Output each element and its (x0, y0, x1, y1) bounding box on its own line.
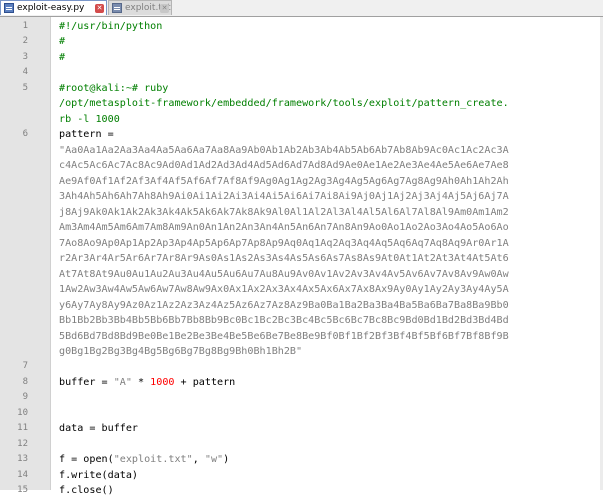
line-number: 3 (22, 52, 28, 62)
buffer-assignment: buffer = "A" * 1000 + pattern (59, 377, 597, 388)
open-file-line: f = open("exploit.txt", "w") (59, 454, 597, 465)
line-number: 5 (22, 83, 28, 93)
close-line: f.close() (59, 485, 114, 496)
pattern-string-line: r2Ar3Ar4Ar5Ar6Ar7Ar8Ar9As0As1As2As3As4As… (59, 253, 509, 264)
line-number: 4 (22, 67, 28, 77)
pattern-string-line: Am3Am4Am5Am6Am7Am8Am9An0An1An2An3An4An5A… (59, 222, 509, 233)
line-number: 6 (22, 129, 28, 139)
write-line: f.write(data) (59, 470, 139, 481)
pattern-assignment: pattern = (59, 129, 114, 140)
code-token: + pattern (174, 377, 236, 388)
line-number-gutter: 1 2 3 4 5 6 7 8 9 10 11 12 13 14 15 (0, 17, 51, 495)
string-literal: "A" (113, 377, 132, 388)
tab-exploit-easy-py[interactable]: exploit-easy.py ✕ (0, 0, 107, 15)
pattern-string-line: 5Bd6Bd7Bd8Bd9Be0Be1Be2Be3Be4Be5Be6Be7Be8… (59, 331, 509, 342)
python-file-icon (4, 3, 14, 13)
pattern-string-line: 3Ah4Ah5Ah6Ah7Ah8Ah9Ai0Ai1Ai2Ai3Ai4Ai5Ai6… (59, 191, 509, 202)
close-tab-icon[interactable]: ✕ (95, 4, 104, 13)
line-number: 7 (22, 361, 28, 371)
comment-line: # (59, 36, 66, 47)
code-editor[interactable]: 1 2 3 4 5 6 7 8 9 10 11 12 13 14 15 #!/u… (0, 17, 603, 496)
comment-line: #root@kali:~# ruby (59, 83, 169, 94)
pattern-string-line: j8Aj9Ak0Ak1Ak2Ak3Ak4Ak5Ak6Ak7Ak8Ak9Al0Al… (59, 207, 509, 218)
pattern-string-line: c4Ac5Ac6Ac7Ac8Ac9Ad0Ad1Ad2Ad3Ad4Ad5Ad6Ad… (59, 160, 509, 171)
code-token: , (192, 454, 205, 465)
data-assignment: data = buffer (59, 423, 139, 434)
line-number: 15 (17, 485, 28, 495)
tab-bar: exploit-easy.py ✕ exploit.txt ✕ (0, 0, 603, 17)
comment-line: rb -l 1000 (59, 114, 120, 125)
line-number: 10 (17, 408, 28, 418)
code-token: f = open( (59, 454, 114, 465)
comment-line: # (59, 52, 66, 63)
tab-exploit-txt[interactable]: exploit.txt ✕ (108, 0, 172, 15)
line-number: 13 (17, 454, 28, 464)
number-literal: 1000 (150, 377, 175, 388)
line-number: 9 (22, 392, 28, 402)
comment-line: /opt/metasploit-framework/embedded/frame… (59, 98, 509, 109)
pattern-string-line: 7Ao8Ao9Ap0Ap1Ap2Ap3Ap4Ap5Ap6Ap7Ap8Ap9Aq0… (59, 238, 509, 249)
pattern-string-line: At7At8At9Au0Au1Au2Au3Au4Au5Au6Au7Au8Au9A… (59, 269, 509, 280)
string-literal: "exploit.txt" (113, 454, 193, 465)
pattern-string-line: g0Bg1Bg2Bg3Bg4Bg5Bg6Bg7Bg8Bg9Bh0Bh1Bh2B" (59, 346, 303, 357)
line-number: 12 (17, 439, 28, 449)
close-tab-icon[interactable]: ✕ (160, 4, 169, 13)
text-file-icon (112, 3, 122, 13)
line-number: 8 (22, 377, 28, 387)
line-number: 14 (17, 470, 28, 480)
operator: * (131, 377, 151, 388)
code-token: buffer = (59, 377, 114, 388)
line-number: 11 (17, 423, 28, 433)
pattern-string-line: Bb1Bb2Bb3Bb4Bb5Bb6Bb7Bb8Bb9Bc0Bc1Bc2Bc3B… (59, 315, 509, 326)
shebang-line: #!/usr/bin/python (59, 21, 163, 32)
pattern-string-line: Ae9Af0Af1Af2Af3Af4Af5Af6Af7Af8Af9Ag0Ag1A… (59, 176, 509, 187)
line-number: 2 (22, 36, 28, 46)
line-number: 1 (22, 21, 28, 31)
pattern-string-line: y6Ay7Ay8Ay9Az0Az1Az2Az3Az4Az5Az6Az7Az8Az… (59, 300, 509, 311)
pattern-string-line: 1Aw2Aw3Aw4Aw5Aw6Aw7Aw8Aw9Ax0Ax1Ax2Ax3Ax4… (59, 284, 509, 295)
tab-label: exploit-easy.py (17, 3, 85, 13)
code-token: ) (223, 454, 230, 465)
pattern-string-line: "Aa0Aa1Aa2Aa3Aa4Aa5Aa6Aa7Aa8Aa9Ab0Ab1Ab2… (59, 145, 509, 156)
string-literal: "w" (204, 454, 224, 465)
